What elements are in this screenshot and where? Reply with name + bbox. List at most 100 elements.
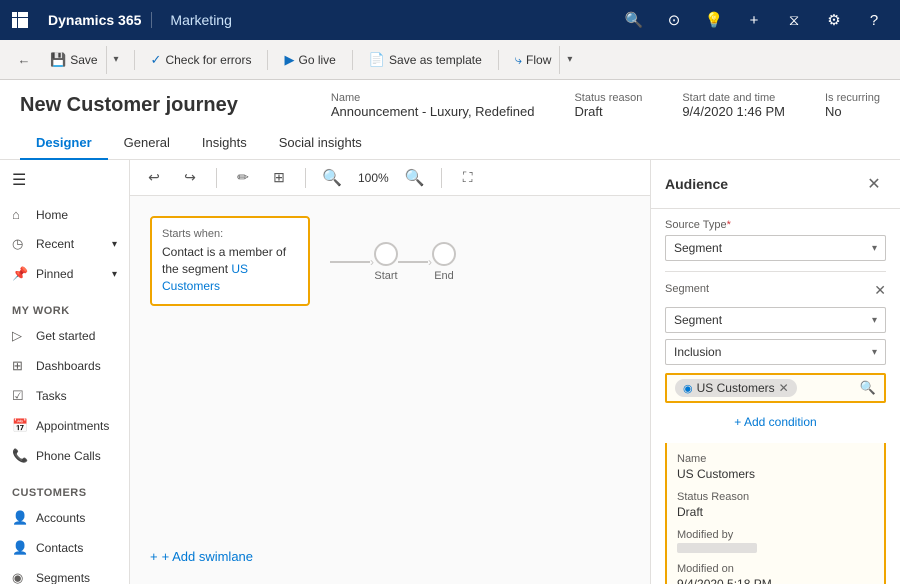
journey-start-card[interactable]: Starts when: Contact is a member of the … (150, 216, 310, 306)
add-icon: + (150, 549, 158, 564)
go-live-button[interactable]: ▶ Go live (276, 48, 343, 72)
page-header: New Customer journey Name Announcement -… (0, 80, 900, 160)
add-condition-button[interactable]: + Add condition (665, 411, 886, 433)
get-started-icon: ▷ (12, 328, 28, 344)
zoom-level: 100% (354, 171, 393, 185)
detail-modified-on-label: Modified on (677, 563, 874, 575)
check-errors-button[interactable]: ✓ Check for errors (143, 48, 260, 72)
back-button[interactable]: ← (10, 46, 38, 74)
contacts-icon: 👤 (12, 540, 28, 556)
help-icon[interactable]: ? (858, 4, 890, 36)
sidebar: ☰ ⌂ Home ◷ Recent ▾ 📌 Pinned ▾ My Work ▷… (0, 160, 130, 584)
tab-social-insights[interactable]: Social insights (263, 127, 378, 160)
audience-title: Audience (665, 176, 728, 192)
recent-icon: ◷ (12, 236, 28, 252)
settings-circle-icon[interactable]: ⊙ (658, 4, 690, 36)
source-type-arrow-icon: ▾ (872, 243, 877, 254)
segment-x-button[interactable]: ✕ (874, 282, 886, 299)
flow-button[interactable]: ⤷ Flow (507, 48, 560, 72)
detail-name-label: Name (677, 453, 874, 465)
sidebar-item-contacts[interactable]: 👤 Contacts (0, 533, 129, 563)
canvas-body[interactable]: Starts when: Contact is a member of the … (130, 196, 650, 584)
page-meta: Name Announcement - Luxury, Redefined St… (331, 92, 880, 119)
flow-node-start: Start (374, 242, 398, 282)
segment-search-icon[interactable]: 🔍 (860, 380, 876, 396)
detail-name-value: US Customers (677, 467, 874, 481)
segment-tag-label: US Customers (697, 381, 775, 395)
top-navbar: Dynamics 365 Marketing 🔍 ⊙ 💡 + ⧖ ⚙ ? (0, 0, 900, 40)
sidebar-hamburger[interactable]: ☰ (0, 160, 129, 200)
sidebar-item-segments[interactable]: ◉ Segments (0, 563, 129, 584)
sidebar-item-tasks[interactable]: ☑ Tasks (0, 381, 129, 411)
segment-arrow-icon: ▾ (872, 315, 877, 326)
zoom-out-button[interactable]: 🔍 (318, 164, 346, 192)
lightbulb-icon[interactable]: 💡 (698, 4, 730, 36)
edit-tool[interactable]: ✏ (229, 164, 257, 192)
flow-node-end: End (432, 242, 456, 282)
segment-tag: ◉ US Customers ✕ (675, 379, 797, 397)
template-icon: 📄 (369, 52, 385, 68)
pin-icon: 📌 (12, 266, 28, 282)
undo-button[interactable]: ↩ (140, 164, 168, 192)
module-name: Marketing (160, 12, 241, 28)
check-icon: ✓ (151, 52, 162, 68)
segment-tag-remove-button[interactable]: ✕ (779, 381, 789, 395)
sidebar-item-phone-calls[interactable]: 📞 Phone Calls (0, 441, 129, 471)
segment-type-select[interactable]: Segment ▾ (665, 307, 886, 333)
add-nav-icon[interactable]: + (738, 4, 770, 36)
detail-modified-on-value: 9/4/2020 5:18 PM (677, 577, 874, 584)
sidebar-item-get-started[interactable]: ▷ Get started (0, 321, 129, 351)
grid-tool[interactable]: ⊞ (265, 164, 293, 192)
home-icon: ⌂ (12, 207, 28, 222)
flow-icon: ⤷ (515, 52, 522, 68)
journey-flow: › Start › End (330, 242, 456, 282)
sidebar-item-appointments[interactable]: 📅 Appointments (0, 411, 129, 441)
tab-designer[interactable]: Designer (20, 127, 108, 160)
gear-icon[interactable]: ⚙ (818, 4, 850, 36)
meta-status: Status reason Draft (574, 92, 642, 119)
section-customers: Customers (0, 471, 129, 503)
sidebar-item-home[interactable]: ⌂ Home (0, 200, 129, 229)
tasks-icon: ☑ (12, 388, 28, 404)
canvas-area: ↩ ↪ ✏ ⊞ 🔍 100% 🔍 ⛶ Starts when: Contact … (130, 160, 650, 584)
save-button[interactable]: 💾 Save (42, 48, 106, 72)
journey-card-text: Contact is a member of the segment US Cu… (162, 244, 298, 294)
toolbar: ← 💾 Save ▾ ✓ Check for errors ▶ Go live … (0, 40, 900, 80)
tab-general[interactable]: General (108, 127, 186, 160)
flow-dropdown[interactable]: ▾ (559, 46, 579, 74)
source-type-select[interactable]: Segment ▾ (665, 235, 886, 261)
meta-name: Name Announcement - Luxury, Redefined (331, 92, 535, 119)
phone-icon: 📞 (12, 448, 28, 464)
section-my-work: My Work (0, 289, 129, 321)
meta-recurring: Is recurring No (825, 92, 880, 119)
sidebar-item-pinned[interactable]: 📌 Pinned ▾ (0, 259, 129, 289)
source-type-label: Source Type* (665, 219, 886, 231)
segment-tag-icon: ◉ (683, 382, 693, 395)
go-live-icon: ▶ (284, 52, 294, 68)
sidebar-item-recent[interactable]: ◷ Recent ▾ (0, 229, 129, 259)
audience-close-button[interactable]: ✕ (862, 172, 886, 196)
meta-date: Start date and time 9/4/2020 1:46 PM (682, 92, 785, 119)
filter-nav-icon[interactable]: ⧖ (778, 4, 810, 36)
source-type-section: Source Type* Segment ▾ (651, 209, 900, 271)
fullscreen-button[interactable]: ⛶ (454, 164, 482, 192)
app-menu-icon[interactable] (10, 10, 30, 30)
sidebar-item-accounts[interactable]: 👤 Accounts (0, 503, 129, 533)
search-nav-icon[interactable]: 🔍 (618, 4, 650, 36)
inclusion-select[interactable]: Inclusion ▾ (665, 339, 886, 365)
zoom-in-button[interactable]: 🔍 (401, 164, 429, 192)
add-swimlane-button[interactable]: + + Add swimlane (150, 549, 253, 564)
accounts-icon: 👤 (12, 510, 28, 526)
tab-insights[interactable]: Insights (186, 127, 263, 160)
page-title: New Customer journey (20, 94, 238, 117)
app-name: Dynamics 365 (38, 12, 152, 28)
save-as-template-button[interactable]: 📄 Save as template (361, 48, 490, 72)
detail-modified-by-label: Modified by (677, 529, 874, 541)
dashboards-icon: ⊞ (12, 358, 28, 374)
modified-by-placeholder (677, 543, 757, 553)
save-dropdown[interactable]: ▾ (106, 46, 126, 74)
sidebar-item-dashboards[interactable]: ⊞ Dashboards (0, 351, 129, 381)
audience-search-box[interactable]: ◉ US Customers ✕ 🔍 (665, 373, 886, 403)
segment-section: Segment ✕ Segment ▾ Inclusion ▾ ◉ US Cus… (651, 272, 900, 443)
redo-button[interactable]: ↪ (176, 164, 204, 192)
